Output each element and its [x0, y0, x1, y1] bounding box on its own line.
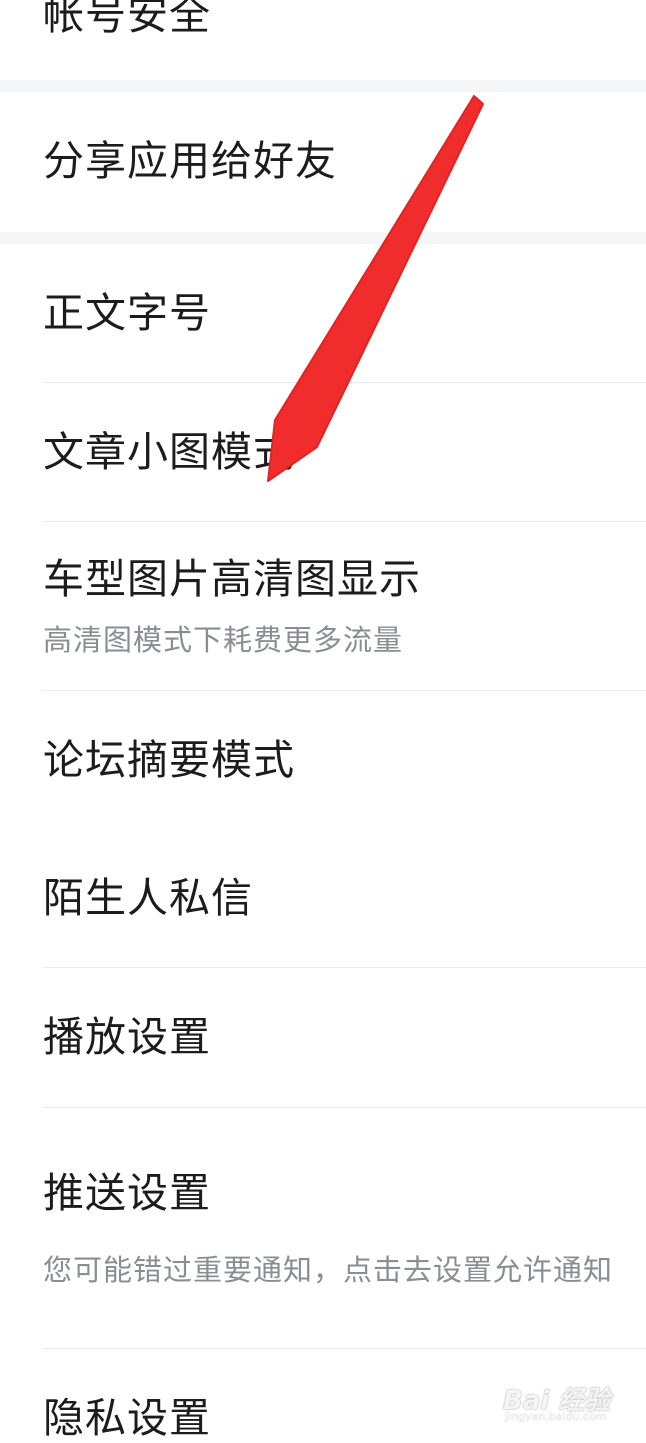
stranger-messages-label: 陌生人私信: [43, 874, 253, 922]
font-size-label: 正文字号: [43, 289, 211, 337]
settings-item-stranger-messages[interactable]: 陌生人私信: [0, 829, 646, 967]
settings-item-forum-summary[interactable]: 论坛摘要模式: [0, 691, 646, 829]
share-app-label: 分享应用给好友: [43, 137, 337, 185]
settings-item-font-size[interactable]: 正文字号: [0, 244, 646, 382]
privacy-label: 隐私设置: [43, 1394, 211, 1442]
forum-summary-label: 论坛摘要模式: [43, 736, 295, 784]
settings-item-privacy[interactable]: 隐私设置: [0, 1349, 646, 1442]
settings-item-push[interactable]: 推送设置 您可能错过重要通知，点击去设置允许通知: [0, 1108, 646, 1348]
settings-item-playback[interactable]: 播放设置: [0, 968, 646, 1107]
push-label: 推送设置: [43, 1169, 211, 1217]
settings-item-share-app[interactable]: 分享应用给好友: [0, 92, 646, 232]
account-security-label: 帐号安全: [43, 0, 211, 39]
article-small-image-label: 文章小图模式: [43, 428, 295, 476]
settings-item-hd-car-images[interactable]: 车型图片高清图显示 高清图模式下耗费更多流量: [0, 522, 646, 690]
section-gap: [0, 80, 646, 92]
settings-item-account-security[interactable]: 帐号安全: [0, 0, 646, 80]
hd-car-images-subtitle: 高清图模式下耗费更多流量: [43, 623, 404, 657]
settings-item-article-small-image[interactable]: 文章小图模式: [0, 383, 646, 521]
push-subtitle: 您可能错过重要通知，点击去设置允许通知: [43, 1253, 614, 1287]
section-gap: [0, 232, 646, 244]
hd-car-images-label: 车型图片高清图显示: [43, 555, 421, 603]
playback-label: 播放设置: [43, 1013, 211, 1061]
